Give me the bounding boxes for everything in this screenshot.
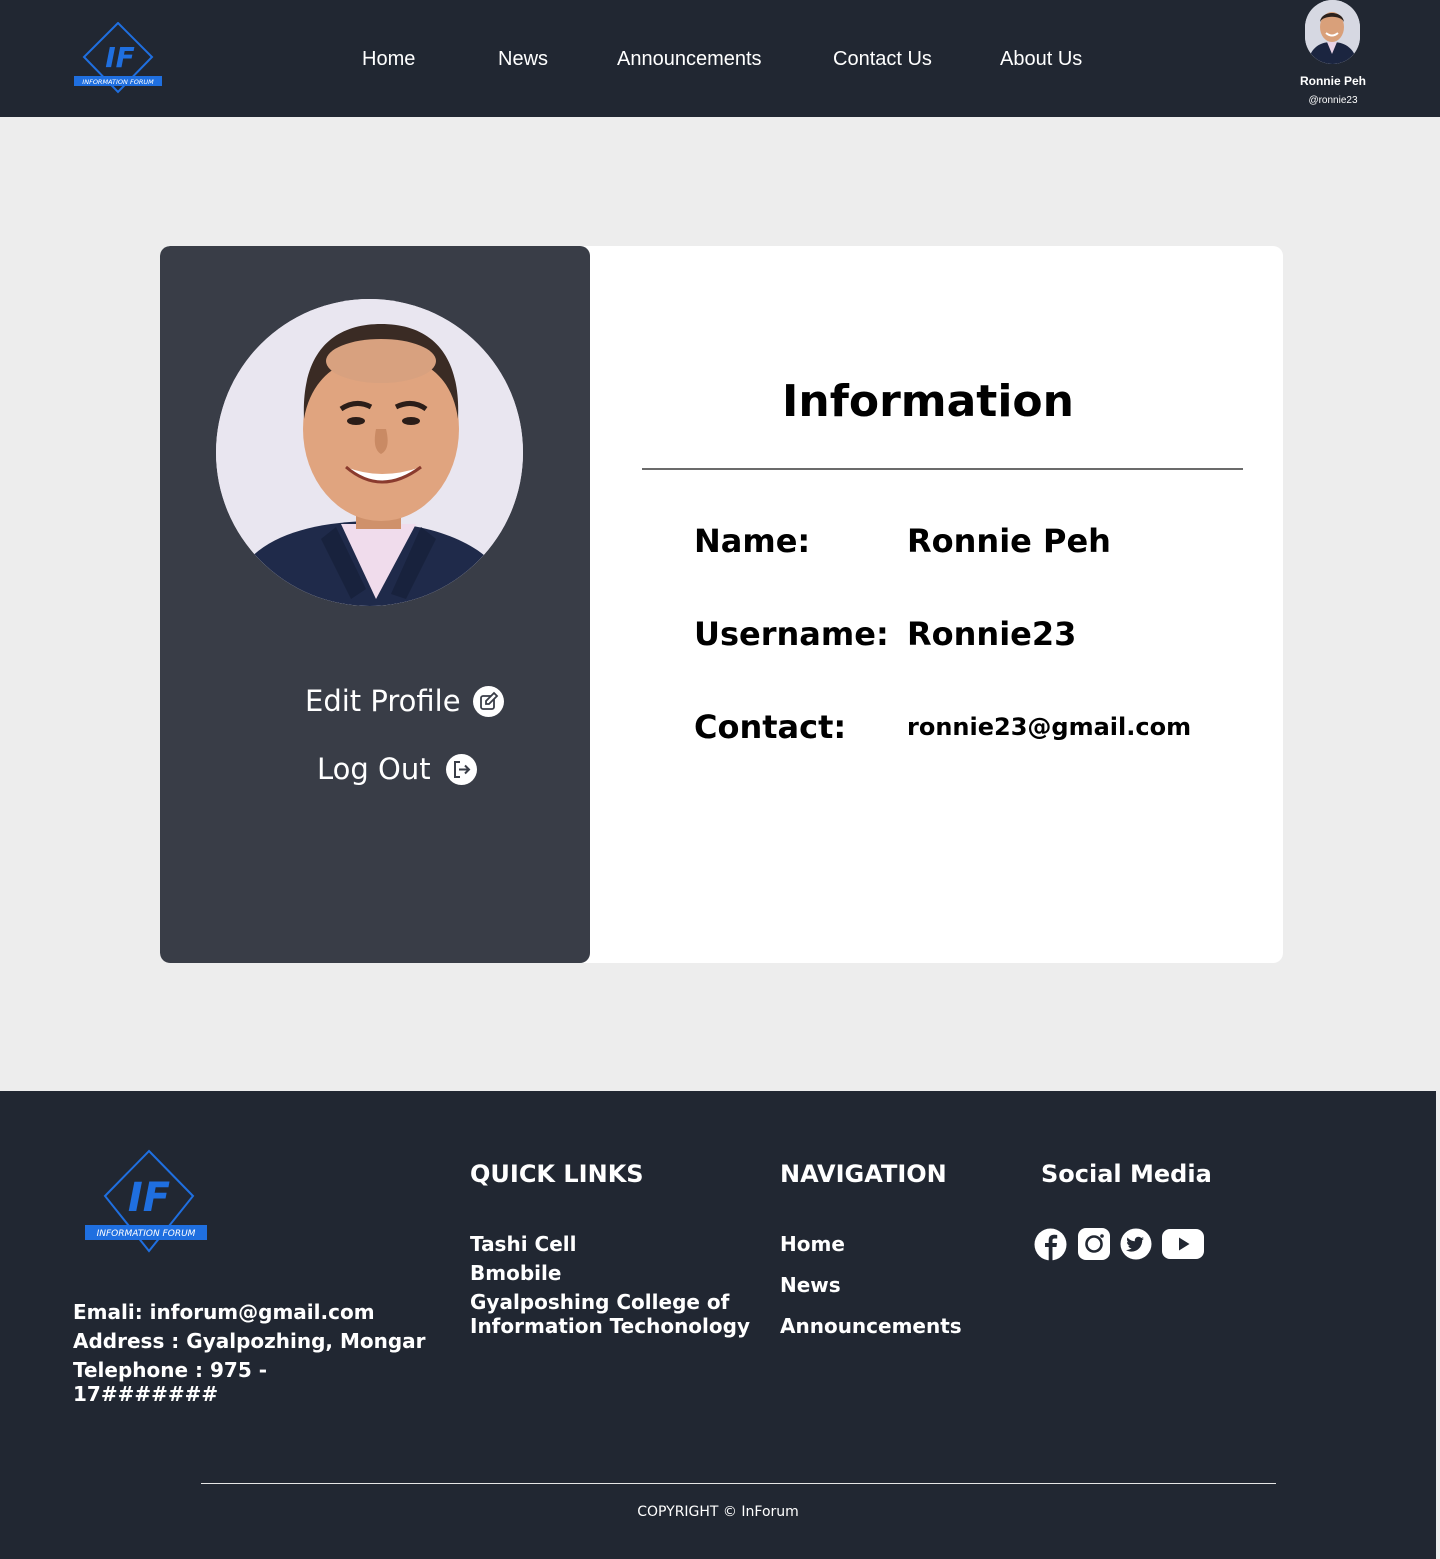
quick-link-college-cont[interactable]: Information Techonology (470, 1314, 750, 1338)
footer-logo-text: INFORMATION FORUM (97, 1229, 196, 1239)
contact-value: ronnie23@gmail.com (907, 713, 1192, 741)
edit-profile-button[interactable]: Edit Profile (305, 684, 504, 718)
header-logo-text: INFORMATION FORUM (82, 78, 154, 86)
quick-link-bmobile[interactable]: Bmobile (470, 1261, 561, 1285)
info-title: Information (782, 376, 1074, 427)
quick-links-heading: QUICK LINKS (470, 1160, 644, 1188)
info-divider (642, 468, 1243, 470)
user-handle: @ronnie23 (1308, 95, 1358, 106)
contact-label: Contact: (694, 708, 847, 746)
footer-logo[interactable]: IF INFORMATION FORUM (83, 1149, 209, 1253)
social-media-heading: Social Media (1041, 1160, 1212, 1188)
footer-email: Emali: inforum@gmail.com (73, 1300, 375, 1324)
nav-news[interactable]: News (498, 48, 548, 71)
username-label: Username: (694, 615, 889, 653)
edit-profile-label: Edit Profile (305, 684, 461, 718)
footer-telephone: Telephone : 975 - (73, 1358, 268, 1382)
nav-about-us[interactable]: About Us (1000, 48, 1082, 71)
nav-home[interactable]: Home (362, 48, 415, 71)
youtube-icon[interactable] (1162, 1229, 1204, 1263)
quick-link-college[interactable]: Gyalposhing College of (470, 1290, 729, 1314)
edit-icon (472, 685, 504, 717)
nav-contact-us[interactable]: Contact Us (833, 48, 932, 71)
twitter-icon[interactable] (1120, 1228, 1152, 1264)
log-out-button[interactable]: Log Out (317, 752, 477, 786)
footer-nav-news[interactable]: News (780, 1273, 841, 1297)
main-nav: Home News Announcements Contact Us About… (0, 48, 1440, 76)
instagram-icon[interactable] (1078, 1228, 1110, 1264)
user-avatar[interactable] (1305, 0, 1360, 64)
facebook-icon[interactable] (1034, 1228, 1067, 1265)
footer-nav-announcements[interactable]: Announcements (780, 1314, 962, 1338)
profile-photo (216, 299, 523, 606)
site-footer: IF INFORMATION FORUM Emali: inforum@gmai… (0, 1091, 1436, 1559)
name-label: Name: (694, 522, 811, 560)
username-value: Ronnie23 (907, 615, 1077, 653)
nav-announcements[interactable]: Announcements (617, 48, 762, 71)
navigation-heading: NAVIGATION (780, 1160, 947, 1188)
copyright-text: COPYRIGHT © InForum (637, 1504, 799, 1520)
top-header: IF INFORMATION FORUM Home News Announcem… (0, 0, 1440, 117)
footer-divider (201, 1483, 1276, 1484)
profile-sidebar: Edit Profile Log Out (160, 246, 590, 963)
footer-address: Address : Gyalpozhing, Mongar (73, 1329, 426, 1353)
quick-link-tashi-cell[interactable]: Tashi Cell (470, 1232, 576, 1256)
footer-nav-home[interactable]: Home (780, 1232, 845, 1256)
footer-telephone-cont: 17####### (73, 1382, 219, 1406)
log-out-label: Log Out (317, 752, 431, 786)
user-menu[interactable]: Ronnie Peh @ronnie23 (1292, 0, 1374, 117)
name-value: Ronnie Peh (907, 522, 1111, 560)
profile-card: Edit Profile Log Out Information Name: R… (160, 246, 1283, 963)
user-name: Ronnie Peh (1299, 74, 1366, 88)
logout-icon (445, 753, 477, 785)
svg-text:IF: IF (128, 1175, 170, 1221)
